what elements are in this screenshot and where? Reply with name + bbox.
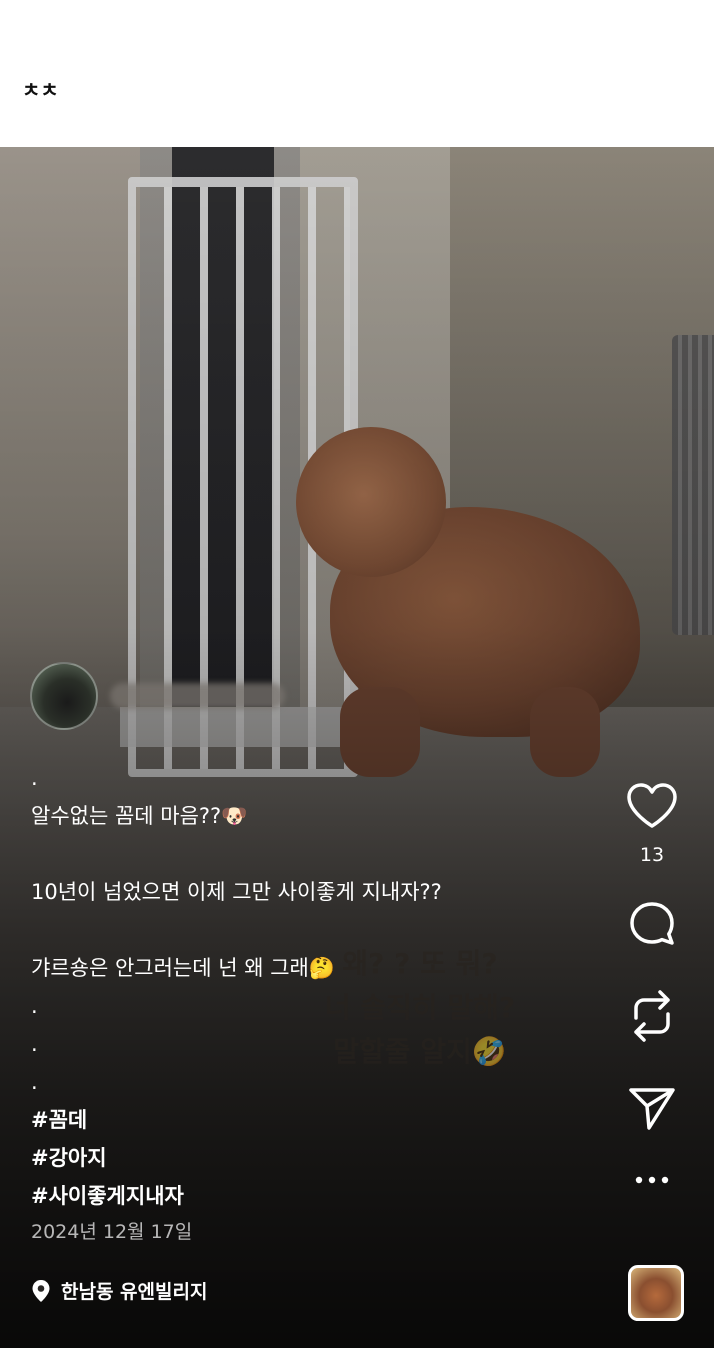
post-caption: . 알수없는 꼼데 마음??🐶 10년이 넘었으면 이제 그만 사이좋게 지내자… <box>31 759 591 1215</box>
caption-line: . <box>31 1070 38 1094</box>
video-player[interactable]: 왜? ? 또 뭐? 너 솔직히 말해? 말할줄 알지🤣 . 알수없는 꼼데 마음… <box>0 147 714 1348</box>
location-pin-icon <box>32 1279 50 1302</box>
caption-line: 갸르숑은 안그러는데 넌 왜 그래🤔 <box>31 956 336 980</box>
share-icon <box>629 1088 675 1130</box>
comment-button[interactable] <box>628 900 676 948</box>
repost-icon <box>634 990 670 1042</box>
post-date: 2024년 12월 17일 <box>31 1221 193 1243</box>
like-count: 13 <box>639 844 665 866</box>
top-caption-area: ㅊㅊ <box>0 0 714 147</box>
hashtag-link[interactable]: #사이좋게지내자 <box>31 1177 591 1215</box>
author-row[interactable] <box>30 661 285 731</box>
caption-line: 알수없는 꼼데 마음??🐶 <box>31 804 248 828</box>
caption-line: 10년이 넘었으면 이제 그만 사이좋게 지내자?? <box>31 880 442 904</box>
username-blurred[interactable] <box>110 683 285 709</box>
location-link[interactable]: 한남동 유엔빌리지 <box>31 1277 207 1304</box>
audio-thumbnail[interactable] <box>628 1265 684 1321</box>
action-column: 13 <box>622 782 682 1184</box>
caption-line: . <box>31 766 38 790</box>
share-button[interactable] <box>627 1086 677 1132</box>
more-button[interactable] <box>635 1176 669 1184</box>
top-caption-text: ㅊㅊ <box>22 78 59 102</box>
hashtag-link[interactable]: #꼼데 <box>31 1101 591 1139</box>
caption-line: . <box>31 994 38 1018</box>
comment-icon <box>630 902 674 945</box>
more-icon <box>635 1176 669 1184</box>
hashtag-link[interactable]: #강아지 <box>31 1139 591 1177</box>
repost-button[interactable] <box>628 988 676 1044</box>
caption-line: . <box>31 1032 38 1056</box>
avatar[interactable] <box>30 662 98 730</box>
heart-icon <box>627 783 677 828</box>
location-label: 한남동 유엔빌리지 <box>61 1281 208 1303</box>
like-button[interactable]: 13 <box>626 782 678 866</box>
